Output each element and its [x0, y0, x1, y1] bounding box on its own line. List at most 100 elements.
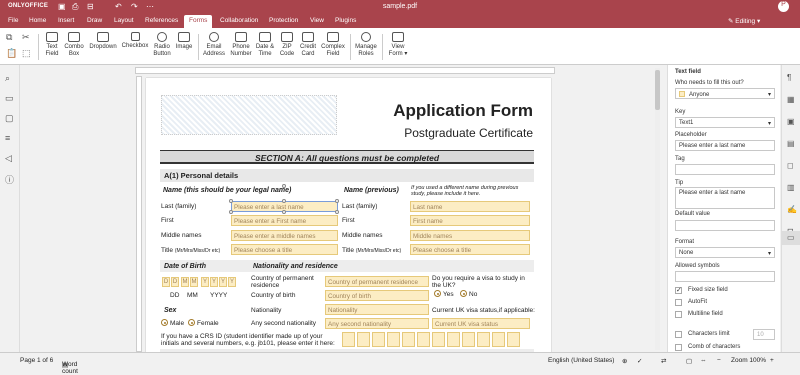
image-settings-icon[interactable]: ▣	[787, 117, 795, 126]
resize-handle[interactable]	[229, 199, 233, 203]
chat-icon[interactable]: ▢	[5, 113, 14, 124]
crs-cell[interactable]	[342, 332, 355, 347]
multiline-checkbox[interactable]	[675, 311, 682, 318]
editing-mode[interactable]: ✎ Editing ▾	[728, 17, 760, 25]
manage-roles-button[interactable]: Manage Roles	[354, 32, 378, 58]
zoom-in-icon[interactable]: +	[770, 357, 774, 364]
fit-width-icon[interactable]: ⇔	[700, 357, 707, 364]
tab-insert[interactable]: Insert	[58, 17, 74, 24]
tab-file[interactable]: File	[8, 17, 18, 24]
visa-no-radio[interactable]	[460, 290, 467, 297]
paste-icon[interactable]: 📋	[6, 48, 17, 59]
crs-cell[interactable]	[417, 332, 430, 347]
fit-page-icon[interactable]: ▢	[686, 357, 692, 365]
language-select[interactable]: English (United States)	[548, 357, 614, 364]
autofit-checkbox[interactable]	[675, 299, 682, 306]
tab-plugins[interactable]: Plugins	[335, 17, 356, 24]
char-limit-checkbox[interactable]	[675, 331, 682, 338]
date-time-button[interactable]: Date & Time	[254, 32, 276, 58]
checkbox-button[interactable]: Checkbox	[120, 32, 150, 50]
tip-textarea[interactable]: Please enter a last name	[675, 187, 775, 209]
dob-cell[interactable]: M	[190, 277, 198, 287]
copy-icon[interactable]: ⧉	[6, 32, 12, 43]
resize-handle[interactable]	[335, 199, 339, 203]
select-all-icon[interactable]: ⬚	[22, 48, 31, 59]
dob-cell[interactable]: D	[162, 277, 170, 287]
tab-collaboration[interactable]: Collaboration	[220, 17, 258, 24]
logo-placeholder[interactable]	[161, 95, 337, 135]
male-radio[interactable]	[161, 319, 168, 326]
resize-handle[interactable]	[335, 210, 339, 214]
visa-status-field[interactable]: Current UK visa status	[432, 318, 530, 329]
form-settings-icon[interactable]: ▭	[782, 231, 800, 245]
crs-cell[interactable]	[402, 332, 415, 347]
chart-icon[interactable]: ▥	[787, 183, 795, 192]
format-select[interactable]: None ▾	[675, 247, 775, 258]
first-name-field[interactable]: Please enter a First name	[231, 215, 338, 226]
dob-cell[interactable]: M	[181, 277, 189, 287]
zoom-out-icon[interactable]: −	[717, 357, 721, 364]
char-limit-input[interactable]: 10	[753, 329, 775, 340]
dob-cell[interactable]: Y	[210, 277, 218, 287]
prev-last-field[interactable]: Last name	[410, 201, 530, 212]
search-icon[interactable]: ⌕	[5, 73, 10, 84]
email-button[interactable]: Email Address	[202, 32, 226, 58]
crs-cell[interactable]	[357, 332, 370, 347]
who-select[interactable]: Anyone ▾	[675, 88, 775, 99]
tab-forms[interactable]: Forms	[184, 15, 213, 28]
shape-icon[interactable]: ◻	[787, 161, 794, 170]
middle-names-field[interactable]: Please enter a middle names	[231, 230, 338, 241]
radio-button-button[interactable]: Radio Button	[150, 32, 174, 58]
female-radio[interactable]	[188, 319, 195, 326]
spellcheck-icon[interactable]: ✓	[637, 357, 642, 365]
about-icon[interactable]: ⓘ	[5, 173, 14, 186]
tab-draw[interactable]: Draw	[87, 17, 102, 24]
avatar[interactable]: P	[778, 1, 789, 12]
dob-cell[interactable]: D	[171, 277, 179, 287]
crs-cell[interactable]	[387, 332, 400, 347]
key-select[interactable]: Text1 ▾	[675, 117, 775, 128]
nationality-field[interactable]: Nationality	[325, 304, 429, 315]
comments-icon[interactable]: ▭	[5, 93, 14, 104]
signature-icon[interactable]: ✍	[787, 205, 797, 214]
paragraph-icon[interactable]: ¶	[787, 73, 791, 82]
title-dropdown[interactable]: Please choose a title	[231, 244, 338, 255]
feedback-icon[interactable]: ◁	[5, 153, 12, 164]
credit-card-button[interactable]: Credit Card	[298, 32, 318, 58]
tab-home[interactable]: Home	[29, 17, 46, 24]
view-form-button[interactable]: View Form ▾	[386, 32, 410, 58]
tab-protection[interactable]: Protection	[269, 17, 298, 24]
crs-cell[interactable]	[507, 332, 520, 347]
track-changes-icon[interactable]: ⇄	[661, 357, 666, 365]
default-value-input[interactable]	[675, 220, 775, 231]
tab-view[interactable]: View	[310, 17, 324, 24]
dropdown-button[interactable]: Dropdown	[88, 32, 118, 51]
text-field-button[interactable]: Text Field	[43, 32, 61, 58]
scrollbar-thumb[interactable]	[655, 70, 660, 110]
rotate-handle[interactable]	[282, 184, 286, 188]
crs-cell[interactable]	[447, 332, 460, 347]
globe-icon[interactable]: ⊕	[622, 357, 627, 365]
comb-checkbox[interactable]	[675, 344, 682, 351]
country-birth-field[interactable]: Country of birth	[325, 290, 429, 301]
crs-cell[interactable]	[477, 332, 490, 347]
prev-middle-field[interactable]: Middle names	[410, 230, 530, 241]
vertical-ruler[interactable]	[136, 76, 142, 352]
placeholder-input[interactable]: Please enter a last name	[675, 140, 775, 151]
crs-cell[interactable]	[432, 332, 445, 347]
second-nationality-field[interactable]: Any second nationality	[325, 318, 429, 329]
tab-layout[interactable]: Layout	[114, 17, 134, 24]
vertical-scrollbar[interactable]	[655, 68, 660, 350]
dob-cell[interactable]: Y	[219, 277, 227, 287]
dob-cell[interactable]: Y	[228, 277, 236, 287]
complex-field-button[interactable]: Complex Field	[320, 32, 346, 58]
navigation-icon[interactable]: ≡	[5, 133, 10, 143]
crs-cell[interactable]	[372, 332, 385, 347]
prev-title-dropdown[interactable]: Please choose a title	[410, 244, 530, 255]
page-indicator[interactable]: Page 1 of 6	[20, 357, 53, 364]
crs-cell[interactable]	[462, 332, 475, 347]
country-perm-field[interactable]: Country of permanent residence	[325, 276, 429, 287]
image-button[interactable]: Image	[174, 32, 194, 51]
tab-references[interactable]: References	[145, 17, 178, 24]
cut-icon[interactable]: ✂	[22, 32, 30, 43]
